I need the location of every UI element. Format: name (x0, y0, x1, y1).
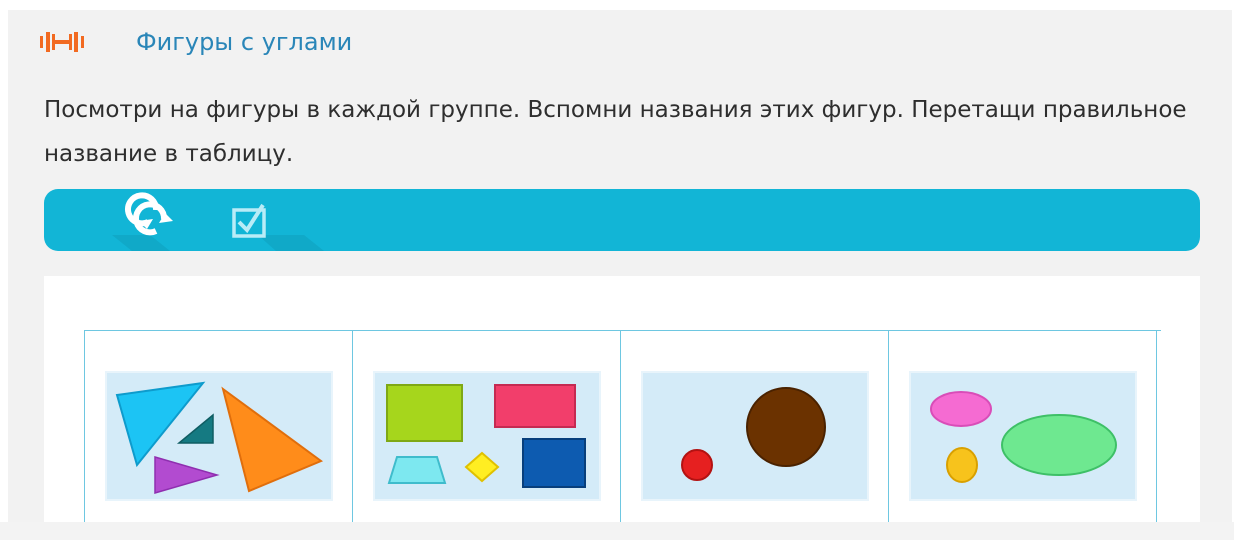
answer-table (84, 330, 1161, 523)
check-button[interactable] (214, 189, 324, 251)
workspace-card (44, 276, 1200, 523)
task-title: Фигуры с углами (136, 28, 353, 56)
difficulty-level-icon (40, 30, 110, 54)
bottom-strip (0, 522, 1234, 540)
reset-button[interactable] (90, 189, 200, 251)
table-cell-triangles[interactable] (85, 331, 353, 523)
table-cell-ovals[interactable] (889, 331, 1157, 523)
task-header: Фигуры с углами (40, 22, 352, 62)
refresh-icon (112, 192, 173, 251)
toolbar (44, 189, 1200, 251)
quadrilaterals-picture (375, 373, 599, 499)
checkbox-icon (232, 203, 324, 251)
circles-picture (643, 373, 867, 499)
ovals-picture (911, 373, 1135, 499)
triangles-picture (107, 373, 331, 499)
table-cell-circles[interactable] (621, 331, 889, 523)
table-cell-quadrilaterals[interactable] (353, 331, 621, 523)
page: Фигуры с углами Посмотри на фигуры в каж… (0, 0, 1234, 540)
task-instruction: Посмотри на фигуры в каждой группе. Вспо… (44, 97, 1187, 167)
